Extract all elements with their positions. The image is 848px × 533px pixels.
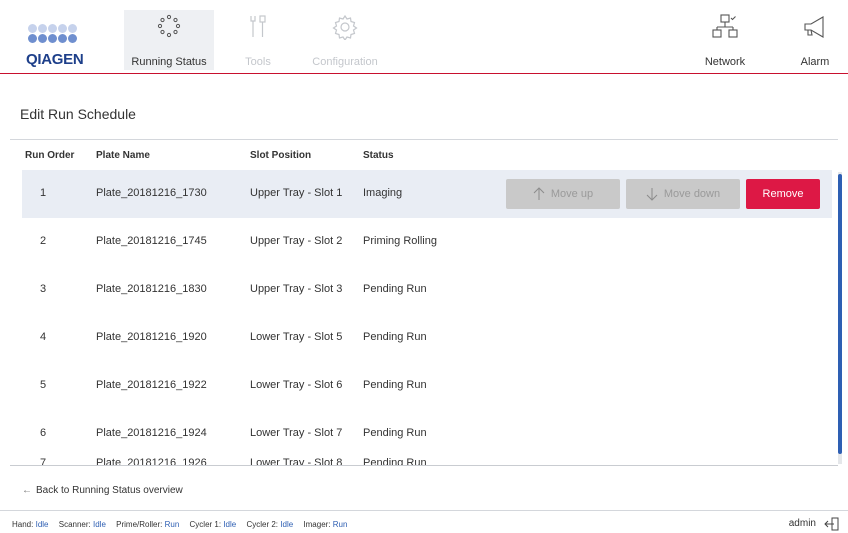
cell-run-order: 3	[40, 283, 47, 295]
network-icon	[712, 14, 738, 38]
table-header: Run Order Plate Name Slot Position Statu…	[0, 150, 848, 168]
table-row[interactable]: 7 Plate_20181216_1926 Lower Tray - Slot …	[22, 457, 832, 465]
table-row[interactable]: 4 Plate_20181216_1920 Lower Tray - Slot …	[22, 314, 832, 362]
cell-slot-position: Lower Tray - Slot 5	[250, 331, 343, 343]
back-link-label: Back to Running Status overview	[36, 485, 183, 496]
status-cycler-1: Cycler 1: Idle	[189, 520, 237, 529]
nav-network-label: Network	[704, 56, 746, 68]
back-to-overview-link[interactable]: ← Back to Running Status overview	[22, 485, 183, 496]
cell-run-order: 2	[40, 235, 47, 247]
nav-running-status-label: Running Status	[131, 56, 207, 68]
table-row[interactable]: 5 Plate_20181216_1922 Lower Tray - Slot …	[22, 362, 832, 410]
page-title: Edit Run Schedule	[20, 106, 136, 122]
arrow-up-icon	[533, 187, 545, 200]
megaphone-icon	[804, 16, 824, 38]
cell-plate-name: Plate_20181216_1924	[96, 427, 207, 439]
cell-plate-name: Plate_20181216_1926	[96, 457, 207, 465]
title-divider	[10, 139, 838, 140]
nav-configuration-label: Configuration	[312, 56, 378, 68]
status-hand: Hand: Idle	[12, 520, 49, 529]
cell-slot-position: Lower Tray - Slot 7	[250, 427, 343, 439]
cell-plate-name: Plate_20181216_1922	[96, 379, 207, 391]
cell-status: Pending Run	[363, 283, 427, 295]
device-status-bar: Hand: Idle Scanner: Idle Prime/Roller: R…	[12, 520, 355, 529]
arrow-left-icon: ←	[22, 485, 32, 496]
cell-status: Pending Run	[363, 331, 427, 343]
nav-network[interactable]: Network	[700, 10, 750, 70]
cell-status: Pending Run	[363, 457, 427, 465]
cell-run-order: 6	[40, 427, 47, 439]
cell-status: Priming Rolling	[363, 235, 437, 247]
status-imager: Imager: Run	[303, 520, 348, 529]
header-accent-line	[0, 73, 848, 74]
scrollbar-thumb[interactable]	[838, 174, 842, 454]
cell-status: Imaging	[363, 187, 403, 199]
cell-plate-name: Plate_20181216_1920	[96, 331, 207, 343]
logo-wordmark: QIAGEN	[26, 51, 84, 68]
remove-label: Remove	[762, 188, 804, 200]
table-row[interactable]: 3 Plate_20181216_1830 Upper Tray - Slot …	[22, 266, 832, 314]
remove-button[interactable]: Remove	[746, 179, 820, 209]
nav-tools-label: Tools	[245, 56, 271, 68]
cell-plate-name: Plate_20181216_1730	[96, 187, 207, 199]
arrow-down-icon	[646, 188, 658, 201]
status-scanner: Scanner: Idle	[58, 520, 106, 529]
header-run-order: Run Order	[25, 150, 75, 161]
nav-running-status[interactable]: Running Status	[124, 10, 214, 70]
nav-alarm[interactable]: Alarm	[790, 10, 840, 70]
footer-divider	[0, 510, 848, 511]
tools-icon	[250, 15, 266, 37]
move-up-button[interactable]: Move up	[506, 179, 620, 209]
cell-status: Pending Run	[363, 379, 427, 391]
top-header: QIAGEN Running Status Tools Configuratio…	[0, 0, 848, 80]
move-down-button[interactable]: Move down	[626, 179, 740, 209]
header-status: Status	[363, 150, 394, 161]
move-down-label: Move down	[663, 188, 721, 200]
header-slot-position: Slot Position	[250, 150, 312, 161]
status-prime-roller: Prime/Roller: Run	[116, 520, 180, 529]
header-plate-name: Plate Name	[96, 150, 150, 161]
nav-alarm-label: Alarm	[800, 56, 830, 68]
cell-slot-position: Upper Tray - Slot 1	[250, 187, 343, 199]
cell-status: Pending Run	[363, 427, 427, 439]
cell-run-order: 1	[40, 187, 47, 199]
cell-slot-position: Upper Tray - Slot 2	[250, 235, 343, 247]
move-up-label: Move up	[550, 188, 594, 200]
cell-slot-position: Lower Tray - Slot 6	[250, 379, 343, 391]
current-user: admin	[788, 518, 816, 529]
status-cycler-2: Cycler 2: Idle	[246, 520, 294, 529]
qiagen-logo: QIAGEN	[10, 24, 90, 80]
cell-slot-position: Lower Tray - Slot 8	[250, 457, 343, 465]
logo-dots	[28, 24, 77, 44]
logout-icon[interactable]	[824, 516, 840, 532]
table-bottom-divider	[10, 465, 838, 466]
cell-run-order: 4	[40, 331, 47, 343]
nav-tools[interactable]: Tools	[236, 10, 280, 70]
table-row[interactable]: 2 Plate_20181216_1745 Upper Tray - Slot …	[22, 218, 832, 266]
cell-slot-position: Upper Tray - Slot 3	[250, 283, 343, 295]
cell-run-order: 7	[40, 457, 47, 465]
running-status-icon	[157, 14, 181, 38]
gear-icon	[332, 14, 358, 40]
nav-configuration[interactable]: Configuration	[308, 10, 382, 70]
cell-run-order: 5	[40, 379, 47, 391]
run-schedule-list[interactable]: 1 Plate_20181216_1730 Upper Tray - Slot …	[22, 170, 832, 465]
cell-plate-name: Plate_20181216_1745	[96, 235, 207, 247]
table-row[interactable]: 6 Plate_20181216_1924 Lower Tray - Slot …	[22, 410, 832, 458]
table-row[interactable]: 1 Plate_20181216_1730 Upper Tray - Slot …	[22, 170, 832, 218]
cell-plate-name: Plate_20181216_1830	[96, 283, 207, 295]
